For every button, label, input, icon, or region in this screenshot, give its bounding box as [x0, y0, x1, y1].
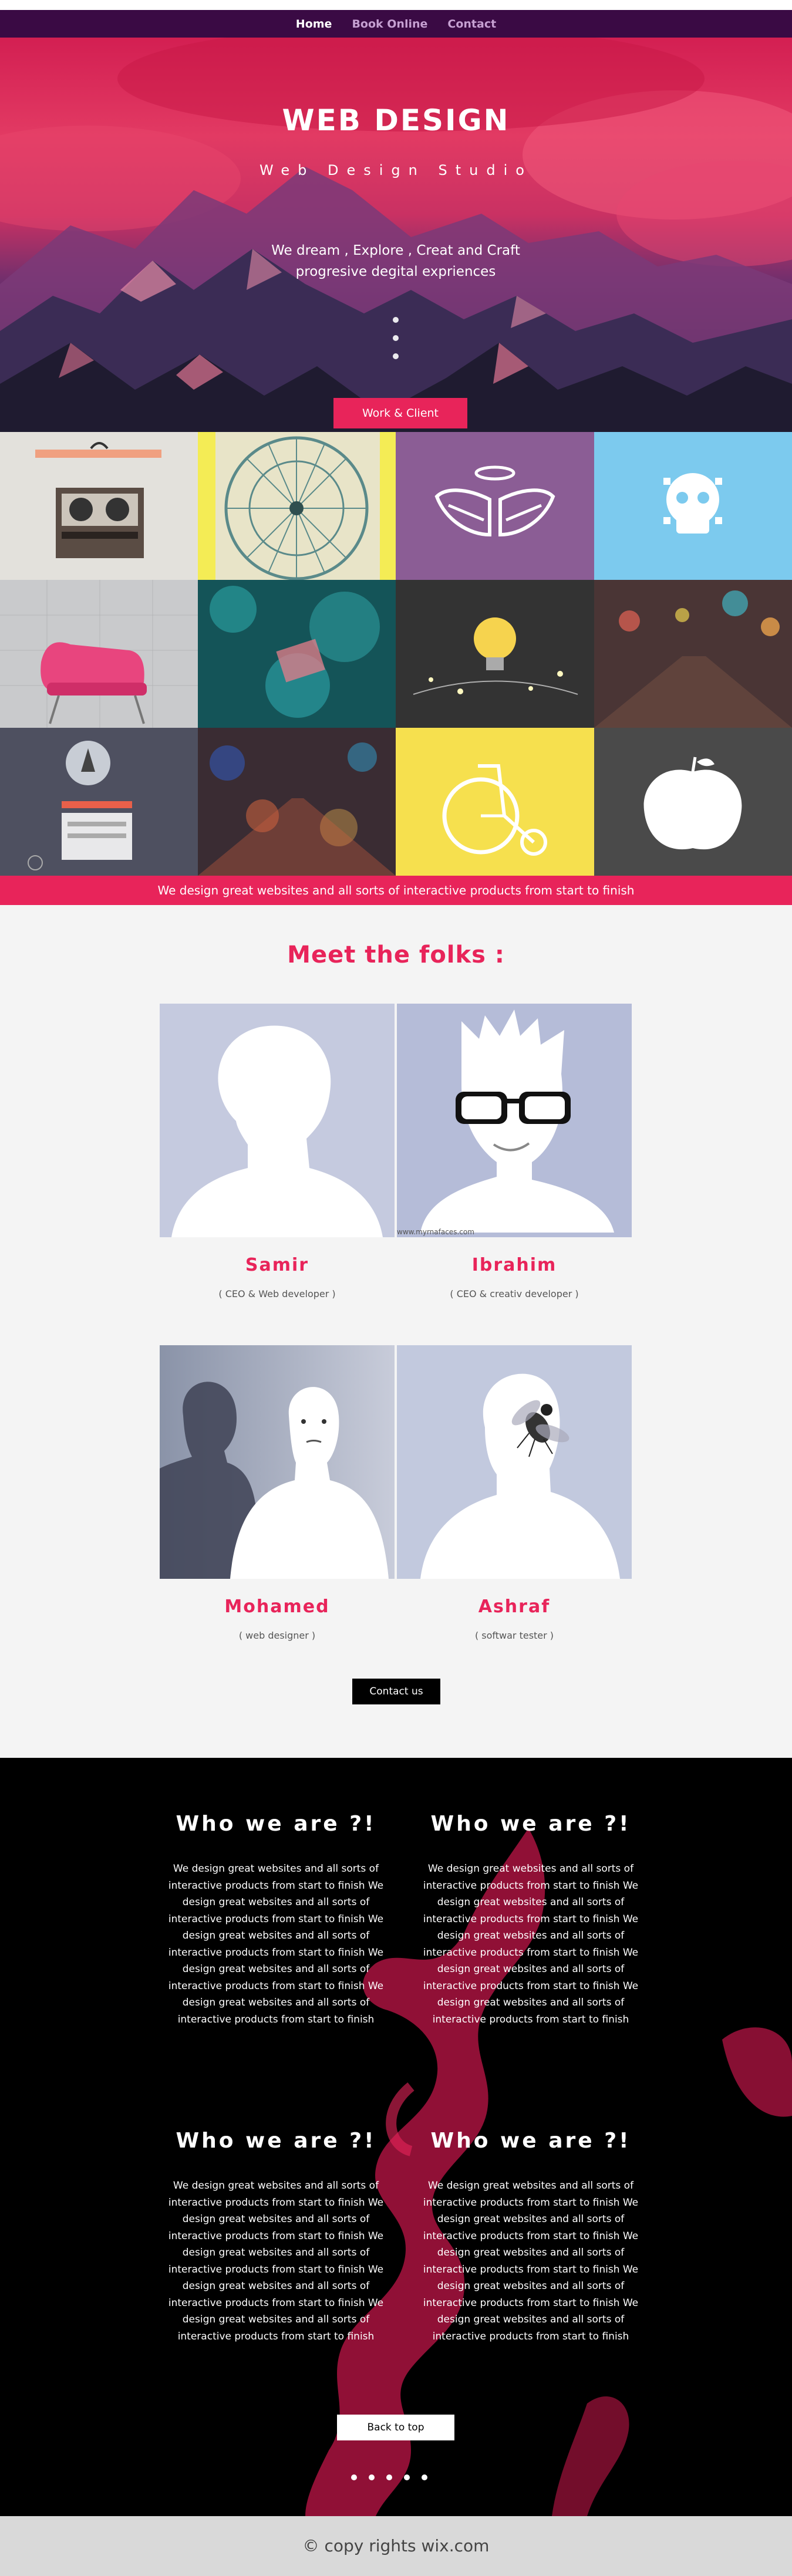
about-block: Who we are ?! We design great websites a…	[413, 2129, 648, 2345]
about-block: Who we are ?! We design great websites a…	[159, 2129, 393, 2345]
portfolio-gallery	[0, 432, 792, 876]
about-block: Who we are ?! We design great websites a…	[159, 1812, 393, 2028]
member-name: Ashraf	[478, 1596, 551, 1617]
tape-recorder-image	[35, 442, 161, 558]
bicycle-icon	[442, 764, 547, 856]
hero-tagline-line-2: progresive degital expriences	[295, 264, 496, 279]
street-bokeh-image	[198, 728, 396, 876]
ferris-wheel-image	[215, 432, 380, 580]
member-role: ( CEO & creativ developer )	[450, 1288, 579, 1299]
member-glasses-image	[420, 1010, 614, 1233]
about-text: We design great websites and all sorts o…	[168, 2180, 384, 2342]
about-text: We design great websites and all sorts o…	[423, 1863, 639, 2025]
about-block: Who we are ?! We design great websites a…	[413, 1812, 648, 2028]
apple-icon	[643, 757, 742, 850]
about-heading: Who we are ?!	[430, 2129, 631, 2153]
about-section: Who we are ?! We design great websites a…	[0, 1758, 792, 2516]
gallery-tile-rocket-mockup[interactable]	[0, 728, 198, 876]
gallery-tile-city-lights[interactable]	[594, 580, 792, 728]
team-member-card: Samir ( CEO & Web developer )	[160, 1004, 395, 1299]
team-member-card: Ashraf ( softwar tester )	[397, 1345, 632, 1641]
scroll-dot	[393, 353, 399, 359]
gallery-tile-street-bokeh[interactable]	[198, 728, 396, 876]
pagination-dot[interactable]	[351, 2474, 357, 2480]
pagination-dot[interactable]	[369, 2474, 375, 2480]
member-photo	[160, 1004, 395, 1237]
team-section: Meet the folks : Samir ( CEO & Web devel…	[0, 905, 792, 1758]
hero-tagline: We dream , Explore , Creat and Craft pro…	[249, 240, 542, 282]
hero-title: WEB DESIGN	[282, 103, 510, 137]
contact-us-button[interactable]: Contact us	[352, 1679, 440, 1704]
gallery-tile-ferris-wheel[interactable]	[198, 432, 396, 580]
hero-subtitle: Web Design Studio	[259, 162, 533, 178]
scroll-dot	[393, 335, 399, 341]
pagination-dot[interactable]	[422, 2474, 427, 2480]
mountain-background-image	[0, 38, 792, 432]
about-heading: Who we are ?!	[176, 1812, 376, 1836]
member-photo	[397, 1345, 632, 1579]
seahorse-smoke-decoration	[305, 1828, 792, 2516]
member-photo: www.myrnafaces.com	[397, 1004, 632, 1237]
gallery-tile-skull[interactable]	[594, 432, 792, 580]
nav-contact-link[interactable]: Contact	[447, 18, 496, 31]
member-role: ( CEO & Web developer )	[218, 1288, 336, 1299]
gallery-banner: We design great websites and all sorts o…	[0, 876, 792, 905]
skull-icon	[663, 473, 722, 534]
gallery-tile-apple[interactable]	[594, 728, 792, 876]
teal-bokeh-image	[198, 580, 396, 728]
member-silhouette-image	[171, 1025, 383, 1237]
about-text: We design great websites and all sorts o…	[168, 1863, 384, 2025]
rocket-mockup-image	[28, 741, 132, 870]
footer: © copy rights wix.com	[0, 2516, 792, 2576]
member-name: Ibrahim	[471, 1255, 557, 1275]
team-title: Meet the folks :	[287, 941, 505, 968]
team-member-card: Mohamed ( web designer )	[160, 1345, 395, 1641]
member-role: ( web designer )	[238, 1630, 316, 1641]
city-lights-image	[594, 580, 792, 728]
scroll-dot	[393, 317, 399, 323]
nav-home-link[interactable]: Home	[296, 18, 332, 31]
member-shadow-image	[160, 1382, 389, 1579]
nav-book-online-link[interactable]: Book Online	[352, 18, 427, 31]
gallery-tile-light-bulb[interactable]	[396, 580, 594, 728]
gallery-tile-teal-bokeh[interactable]	[198, 580, 396, 728]
hero-scroll-dots	[391, 317, 400, 372]
team-member-card: www.myrnafaces.com Ibrahim ( CEO & creat…	[397, 1004, 632, 1299]
about-heading: Who we are ?!	[176, 2129, 376, 2153]
member-fly-image	[420, 1373, 620, 1579]
gallery-tile-winged-halo[interactable]	[396, 432, 594, 580]
gallery-tile-tape-recorder[interactable]	[0, 432, 198, 580]
photo-watermark: www.myrnafaces.com	[397, 1228, 474, 1236]
back-to-top-button[interactable]: Back to top	[337, 2415, 454, 2440]
about-heading: Who we are ?!	[430, 1812, 631, 1836]
copyright-text: © copy rights wix.com	[302, 2536, 490, 2555]
pink-chair-image	[0, 580, 198, 728]
pagination-dot[interactable]	[404, 2474, 410, 2480]
hero-tagline-line-1: We dream , Explore , Creat and Craft	[271, 243, 520, 258]
member-role: ( softwar tester )	[474, 1630, 554, 1641]
top-nav: Home Book Online Contact	[0, 0, 792, 38]
hero-section: WEB DESIGN Web Design Studio We dream , …	[0, 38, 792, 432]
winged-halo-icon	[434, 465, 555, 537]
pagination-dots	[351, 2474, 427, 2480]
member-photo	[160, 1345, 395, 1579]
nav-bar: Home Book Online Contact	[0, 10, 792, 38]
gallery-tile-bicycle[interactable]	[396, 728, 594, 876]
work-and-client-button[interactable]: Work & Client	[333, 398, 467, 428]
pagination-dot[interactable]	[386, 2474, 392, 2480]
member-name: Samir	[245, 1255, 309, 1275]
gallery-tile-pink-chair[interactable]	[0, 580, 198, 728]
member-name: Mohamed	[224, 1596, 330, 1617]
light-bulb-image	[396, 580, 594, 728]
about-text: We design great websites and all sorts o…	[423, 2180, 639, 2342]
